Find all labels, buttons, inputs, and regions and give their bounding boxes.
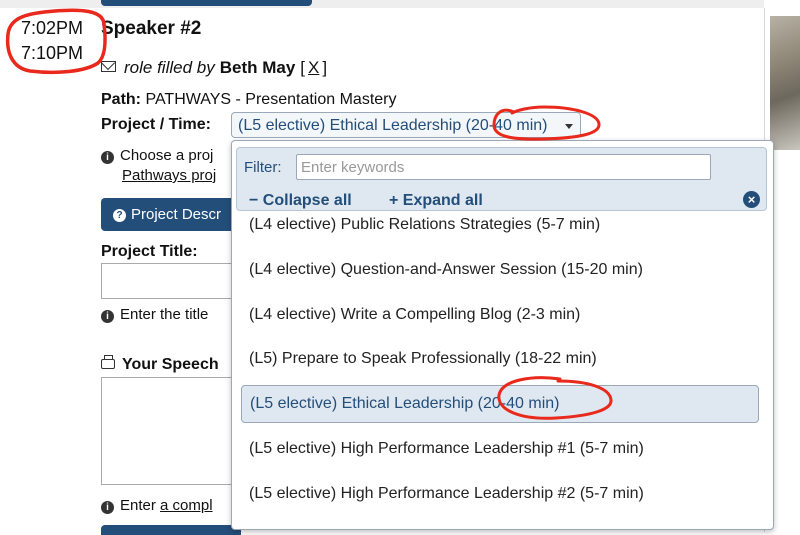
dropdown-option[interactable]: (L4 elective) Write a Compelling Blog (2…: [241, 296, 759, 334]
bracket-open: [: [300, 58, 306, 77]
filter-label: Filter:: [244, 159, 282, 176]
bracket-close: ]: [322, 58, 328, 77]
info-line-1: Choose a proj: [120, 147, 214, 164]
project-description-label: Project Descr: [131, 206, 222, 223]
dropdown-option-selected[interactable]: (L5 elective) Ethical Leadership (20-40 …: [241, 385, 759, 423]
path-value: PATHWAYS - Presentation Mastery: [145, 91, 397, 108]
envelope-icon[interactable]: [101, 60, 116, 72]
role-prefix: role filled by: [124, 58, 215, 77]
role-line: role filled by Beth May [ X ]: [101, 57, 327, 79]
start-time: 7:02PM: [21, 18, 84, 38]
filter-input[interactable]: [296, 154, 711, 180]
project-title-hint-text: Enter the title: [120, 306, 209, 323]
speaker-title: Speaker #2: [101, 18, 202, 39]
remove-role-link[interactable]: X: [308, 57, 319, 79]
speech-hint-link[interactable]: a compl: [160, 497, 213, 514]
time-range: 7:02PM 7:10PM: [21, 16, 83, 66]
project-title-input[interactable]: [101, 263, 241, 299]
info-icon: i: [101, 151, 114, 164]
speech-textarea[interactable]: [101, 377, 241, 485]
dropdown-option[interactable]: (L5 elective) High Performance Leadershi…: [241, 475, 759, 513]
profile-photo: [770, 16, 800, 150]
pathways-projects-link[interactable]: Pathways proj: [122, 166, 216, 186]
project-time-select[interactable]: (L5 elective) Ethical Leadership (20-40 …: [231, 112, 581, 138]
dropdown-option[interactable]: (L4 elective) Question-and-Answer Sessio…: [241, 251, 759, 289]
role-name: Beth May: [219, 58, 296, 77]
project-title-label: Project Title:: [101, 243, 198, 260]
dropdown-option[interactable]: (L5 elective) High Performance Leadershi…: [241, 430, 759, 468]
project-description-button[interactable]: ? Project Descr: [101, 198, 241, 231]
question-icon: ?: [113, 209, 126, 222]
project-dropdown: Filter: − Collapse all + Expand all × (L…: [231, 140, 774, 530]
project-info: i Choose a proj Pathways proj: [101, 146, 216, 186]
printer-icon[interactable]: [101, 355, 115, 369]
top-button[interactable]: [101, 0, 312, 6]
path-label: Path:: [101, 91, 141, 108]
speech-hint-prefix: Enter: [120, 497, 156, 514]
bottom-button[interactable]: [101, 525, 241, 535]
project-time-selected: (L5 elective) Ethical Leadership (20-40 …: [238, 117, 548, 134]
filter-panel: Filter: − Collapse all + Expand all ×: [236, 147, 767, 211]
speech-hint: i Enter a compl: [101, 496, 213, 516]
speech-label-text: Your Speech: [122, 356, 219, 373]
speech-label: Your Speech: [101, 355, 219, 375]
info-icon: i: [101, 501, 114, 514]
end-time: 7:10PM: [21, 43, 84, 63]
project-title-hint: i Enter the title: [101, 305, 208, 325]
project-time-label: Project / Time:: [101, 116, 211, 133]
dropdown-option[interactable]: (L4 elective) Public Relations Strategie…: [241, 206, 759, 244]
chevron-down-icon: [565, 124, 573, 129]
info-icon: i: [101, 310, 114, 323]
dropdown-option[interactable]: (L5) Prepare to Speak Professionally (18…: [241, 340, 759, 378]
path-line: Path: PATHWAYS - Presentation Mastery: [101, 90, 396, 110]
